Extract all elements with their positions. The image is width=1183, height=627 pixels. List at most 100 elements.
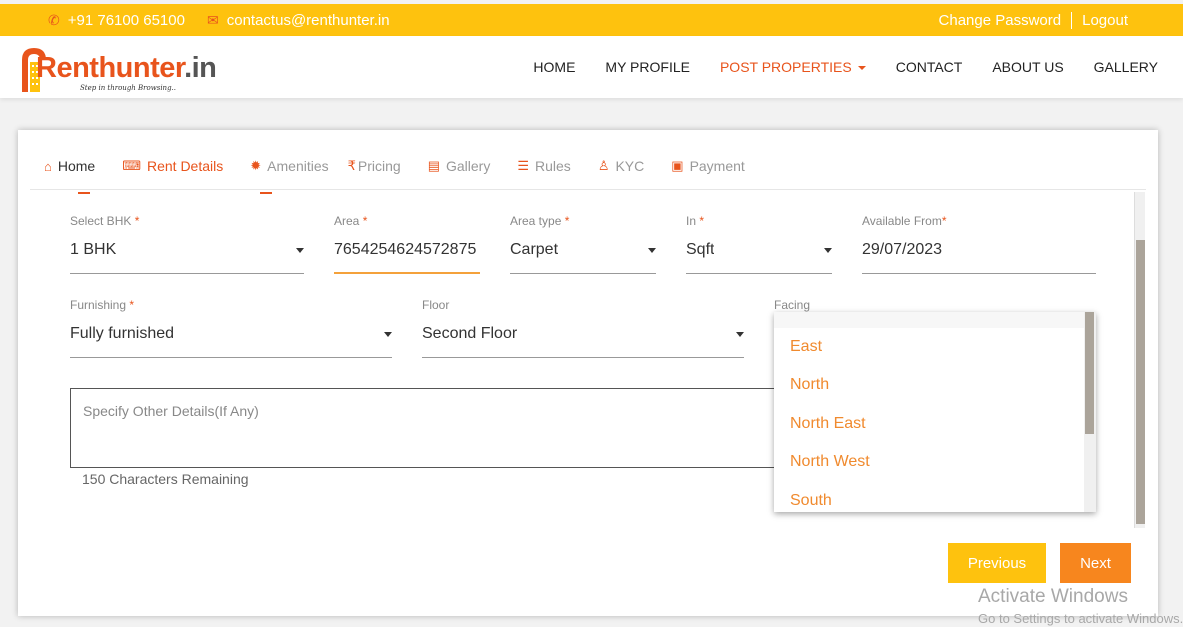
facing-option-east[interactable]: East <box>790 338 822 356</box>
logo-tagline: Step in through Browsing.. <box>80 84 177 92</box>
nav-post-properties-label: POST PROPERTIES <box>719 59 852 75</box>
facing-dropdown-menu: East North North East North West South <box>774 312 1096 512</box>
furnishing-select[interactable]: Furnishing * Fully furnished <box>70 298 392 358</box>
caret-down-icon <box>857 66 866 71</box>
available-from-label: Available From* <box>862 214 947 228</box>
nav-my-profile[interactable]: MY PROFILE <box>605 59 690 75</box>
chevron-down-icon <box>384 332 392 337</box>
tab-kyc-label: KYC <box>615 158 645 174</box>
email-contact[interactable]: ✉ contactus@renthunter.in <box>207 12 390 29</box>
unit-label: In * <box>686 214 705 228</box>
phone-number: +91 76100 65100 <box>67 12 185 29</box>
phone-contact[interactable]: ✆ +91 76100 65100 <box>48 12 185 29</box>
logo-name: Renthunter <box>36 52 185 84</box>
previous-button[interactable]: Previous <box>948 543 1046 583</box>
tab-payment[interactable]: ▣ Payment <box>671 158 745 174</box>
field-underline <box>510 273 656 274</box>
site-logo[interactable]: Renthunter.in Step in through Browsing.. <box>18 42 217 94</box>
field-underline <box>686 273 832 274</box>
nav-contact[interactable]: CONTACT <box>896 59 963 75</box>
tab-kyc[interactable]: ♙ KYC <box>598 158 644 174</box>
change-password-link[interactable]: Change Password <box>939 12 1062 29</box>
unit-value: Sqft <box>686 241 715 258</box>
scrollbar-thumb[interactable] <box>1136 240 1145 524</box>
chevron-down-icon <box>296 248 304 253</box>
available-from-date[interactable]: Available From* 29/07/2023 <box>862 214 1096 274</box>
user-icon: ♙ <box>597 158 610 173</box>
other-details-placeholder: Specify Other Details(If Any) <box>83 403 259 419</box>
field-underline-focused <box>334 272 480 274</box>
rent-details-card: ⌂ Home ⌨ Rent Details ✹ Amenities ₹ Pric… <box>18 130 1158 616</box>
keyboard-icon: ⌨ <box>122 158 141 173</box>
tab-amenities[interactable]: ✹ Amenities <box>250 158 328 174</box>
chevron-down-icon <box>736 332 744 337</box>
scrolled-content-edge <box>78 186 478 194</box>
tab-pricing-label: Pricing <box>357 158 401 174</box>
image-file-icon: ▤ <box>427 158 440 173</box>
logo-suffix: .in <box>184 52 217 84</box>
nav-post-properties[interactable]: POST PROPERTIES <box>720 59 866 75</box>
tab-payment-label: Payment <box>689 158 745 174</box>
next-button[interactable]: Next <box>1060 543 1131 583</box>
menu-scrollbar[interactable] <box>1084 312 1096 512</box>
facing-option-north[interactable]: North <box>790 376 829 394</box>
facing-option-north-east[interactable]: North East <box>790 415 866 433</box>
floor-select[interactable]: Floor Second Floor <box>422 298 744 358</box>
menu-scrollbar-thumb[interactable] <box>1085 312 1094 434</box>
email-address: contactus@renthunter.in <box>226 12 390 29</box>
list-icon: ☰ <box>517 158 530 173</box>
tab-rent-details[interactable]: ⌨ Rent Details <box>122 158 223 174</box>
available-from-value: 29/07/2023 <box>862 241 943 258</box>
envelope-icon: ✉ <box>207 12 219 28</box>
field-underline <box>862 273 1096 274</box>
other-details-textarea[interactable]: Specify Other Details(If Any) <box>70 388 790 468</box>
nav-about-us[interactable]: ABOUT US <box>992 59 1063 75</box>
top-contact-bar: ✆ +91 76100 65100 ✉ contactus@renthunter… <box>0 4 1183 36</box>
tab-gallery-label: Gallery <box>446 158 491 174</box>
account-links: Change Password Logout <box>939 12 1128 29</box>
facing-label: Facing <box>774 298 811 312</box>
chars-remaining: 150 Characters Remaining <box>82 471 249 487</box>
phone-icon: ✆ <box>48 12 60 28</box>
facing-option-south[interactable]: South <box>790 492 832 510</box>
furnishing-value: Fully furnished <box>70 325 175 342</box>
logo-wordmark: Renthunter.in <box>36 52 217 85</box>
rupee-icon: ₹ <box>347 158 356 173</box>
field-underline <box>70 357 392 358</box>
money-icon: ▣ <box>671 158 684 173</box>
facing-option-north-west[interactable]: North West <box>790 453 870 471</box>
tab-rent-details-label: Rent Details <box>146 158 224 174</box>
main-nav: HOME MY PROFILE POST PROPERTIES CONTACT … <box>533 59 1158 75</box>
menu-top-edge <box>774 312 1084 328</box>
field-underline <box>422 357 744 358</box>
bhk-label: Select BHK * <box>70 214 140 228</box>
nav-home[interactable]: HOME <box>533 59 575 75</box>
furnishing-label: Furnishing * <box>70 298 135 312</box>
chevron-down-icon <box>648 248 656 253</box>
tab-home[interactable]: ⌂ Home <box>44 158 95 174</box>
unit-select[interactable]: In * Sqft <box>686 214 832 274</box>
bhk-value: 1 BHK <box>70 241 117 258</box>
certificate-icon: ✹ <box>250 158 262 173</box>
bhk-select[interactable]: Select BHK * 1 BHK <box>70 214 304 274</box>
area-input[interactable]: Area * 7654254624572875 <box>334 214 480 274</box>
watermark-title: Activate Windows <box>978 586 1128 607</box>
area-type-select[interactable]: Area type * Carpet <box>510 214 656 274</box>
tab-amenities-label: Amenities <box>267 158 329 174</box>
wizard-tabs: ⌂ Home ⌨ Rent Details ✹ Amenities ₹ Pric… <box>44 158 745 174</box>
watermark-subtitle: Go to Settings to activate Windows. <box>978 611 1183 626</box>
area-value: 7654254624572875 <box>334 241 477 258</box>
tab-home-label: Home <box>57 158 96 174</box>
area-label: Area * <box>334 214 368 228</box>
field-underline <box>70 273 304 274</box>
tab-gallery[interactable]: ▤ Gallery <box>428 158 491 174</box>
home-icon: ⌂ <box>44 158 52 174</box>
logout-link[interactable]: Logout <box>1082 12 1128 29</box>
floor-value: Second Floor <box>422 325 518 342</box>
card-scrollbar[interactable] <box>1134 192 1145 528</box>
chevron-down-icon <box>824 248 832 253</box>
windows-activation-watermark: Activate Windows Go to Settings to activ… <box>978 586 1183 626</box>
tab-pricing[interactable]: ₹ Pricing <box>348 158 401 174</box>
nav-gallery[interactable]: GALLERY <box>1094 59 1158 75</box>
tab-rules[interactable]: ☰ Rules <box>517 158 570 174</box>
